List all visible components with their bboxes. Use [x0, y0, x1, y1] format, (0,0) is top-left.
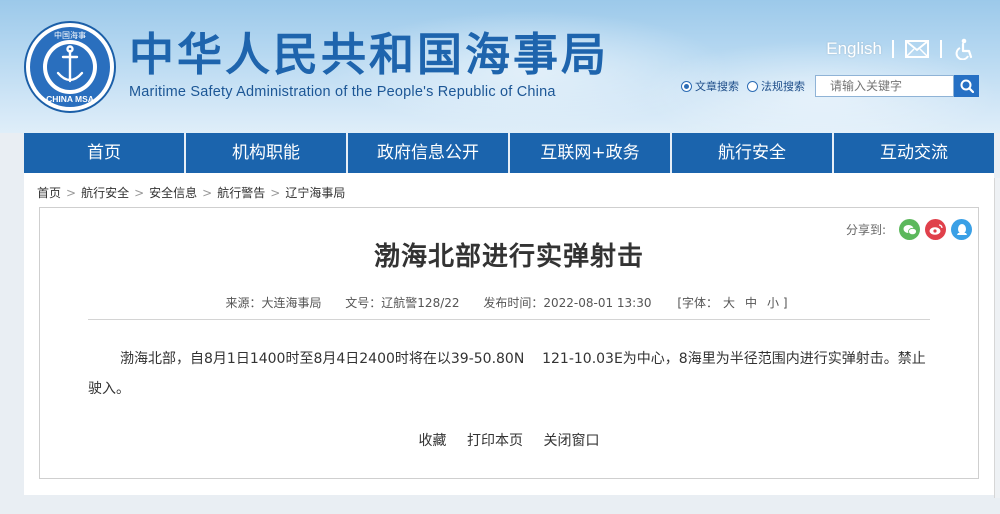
meta-divider	[88, 319, 930, 320]
top-tools: English	[826, 38, 978, 60]
search-input[interactable]	[815, 75, 954, 97]
nav-item-navigation-safety[interactable]: 航行安全	[670, 133, 832, 173]
nav-item-organization[interactable]: 机构职能	[184, 133, 346, 173]
nav-item-interaction[interactable]: 互动交流	[832, 133, 994, 173]
site-header: 中国海事 CHINA MSA 中华人民共和国海事局 Maritime Safet…	[0, 0, 1000, 133]
article-meta: 来源：大连海事局 文号：辽航警128/22 发布时间：2022-08-01 13…	[40, 294, 978, 311]
search-icon	[960, 79, 974, 93]
site-title[interactable]: 中华人民共和国海事局	[129, 30, 609, 80]
nav-item-gov-info[interactable]: 政府信息公开	[346, 133, 508, 173]
svg-text:中国海事: 中国海事	[54, 30, 86, 40]
favorite-button[interactable]: 收藏	[419, 433, 447, 449]
china-msa-logo[interactable]: 中国海事 CHINA MSA	[24, 21, 116, 113]
breadcrumb-nav-warnings[interactable]: 航行警告	[217, 184, 265, 201]
font-size-label: [字体：	[677, 296, 718, 310]
search-option-regulation[interactable]: 法规搜索	[747, 78, 805, 94]
print-button[interactable]: 打印本页	[467, 433, 523, 449]
breadcrumb: 首页 > 航行安全 > 安全信息 > 航行警告 > 辽宁海事局	[37, 184, 345, 201]
close-window-button[interactable]: 关闭窗口	[543, 433, 599, 449]
font-size-small[interactable]: 小 ]	[767, 296, 788, 310]
article-source: 来源：大连海事局	[225, 296, 322, 310]
breadcrumb-separator: >	[66, 185, 77, 200]
nav-item-home[interactable]: 首页	[24, 133, 184, 173]
nav-item-internet-gov[interactable]: 互联网+政务	[508, 133, 670, 173]
mail-icon[interactable]	[904, 38, 930, 60]
site-subtitle: Maritime Safety Administration of the Pe…	[129, 84, 556, 100]
radio-unselected[interactable]	[747, 80, 758, 92]
breadcrumb-separator: >	[202, 185, 213, 200]
content-panel: 首页 > 航行安全 > 安全信息 > 航行警告 > 辽宁海事局 分享到: 渤海北…	[24, 173, 994, 495]
article-actions: 收藏 打印本页 关闭窗口	[40, 430, 978, 450]
divider	[940, 40, 942, 58]
breadcrumb-home[interactable]: 首页	[37, 184, 61, 201]
main-nav: 首页 机构职能 政府信息公开 互联网+政务 航行安全 互动交流	[24, 133, 994, 173]
breadcrumb-separator: >	[270, 185, 281, 200]
breadcrumb-liaoning-msa[interactable]: 辽宁海事局	[285, 184, 345, 201]
accessibility-icon[interactable]	[952, 38, 978, 60]
font-size-controls: [字体： 大中小 ]	[677, 296, 792, 310]
search-option-article[interactable]: 文章搜索	[681, 78, 739, 94]
search-option-article-label: 文章搜索	[695, 81, 739, 93]
svg-text:CHINA MSA: CHINA MSA	[46, 94, 94, 104]
article-title: 渤海北部进行实弹射击	[373, 242, 644, 272]
article-box: 分享到: 渤海北部进行实弹射击 来源：大连海事局 文号：辽航警128/22 发布…	[39, 207, 979, 479]
search-option-regulation-label: 法规搜索	[761, 81, 805, 93]
search-bar: 文章搜索 法规搜索	[681, 75, 979, 97]
divider	[892, 40, 894, 58]
font-size-medium[interactable]: 中	[745, 296, 757, 310]
breadcrumb-safety-info[interactable]: 安全信息	[149, 184, 197, 201]
article-doc-number: 文号：辽航警128/22	[345, 296, 460, 310]
english-link[interactable]: English	[826, 39, 882, 59]
radio-selected[interactable]	[681, 80, 692, 92]
article-body: 渤海北部，自8月1日1400时至8月4日2400时将在以39-50.80N 12…	[88, 351, 926, 397]
scrollbar[interactable]	[994, 178, 1000, 498]
search-button[interactable]	[954, 75, 979, 97]
breadcrumb-navigation-safety[interactable]: 航行安全	[81, 184, 129, 201]
breadcrumb-separator: >	[134, 185, 145, 200]
font-size-large[interactable]: 大	[723, 296, 735, 310]
article-publish-time: 发布时间：2022-08-01 13:30	[483, 296, 652, 310]
